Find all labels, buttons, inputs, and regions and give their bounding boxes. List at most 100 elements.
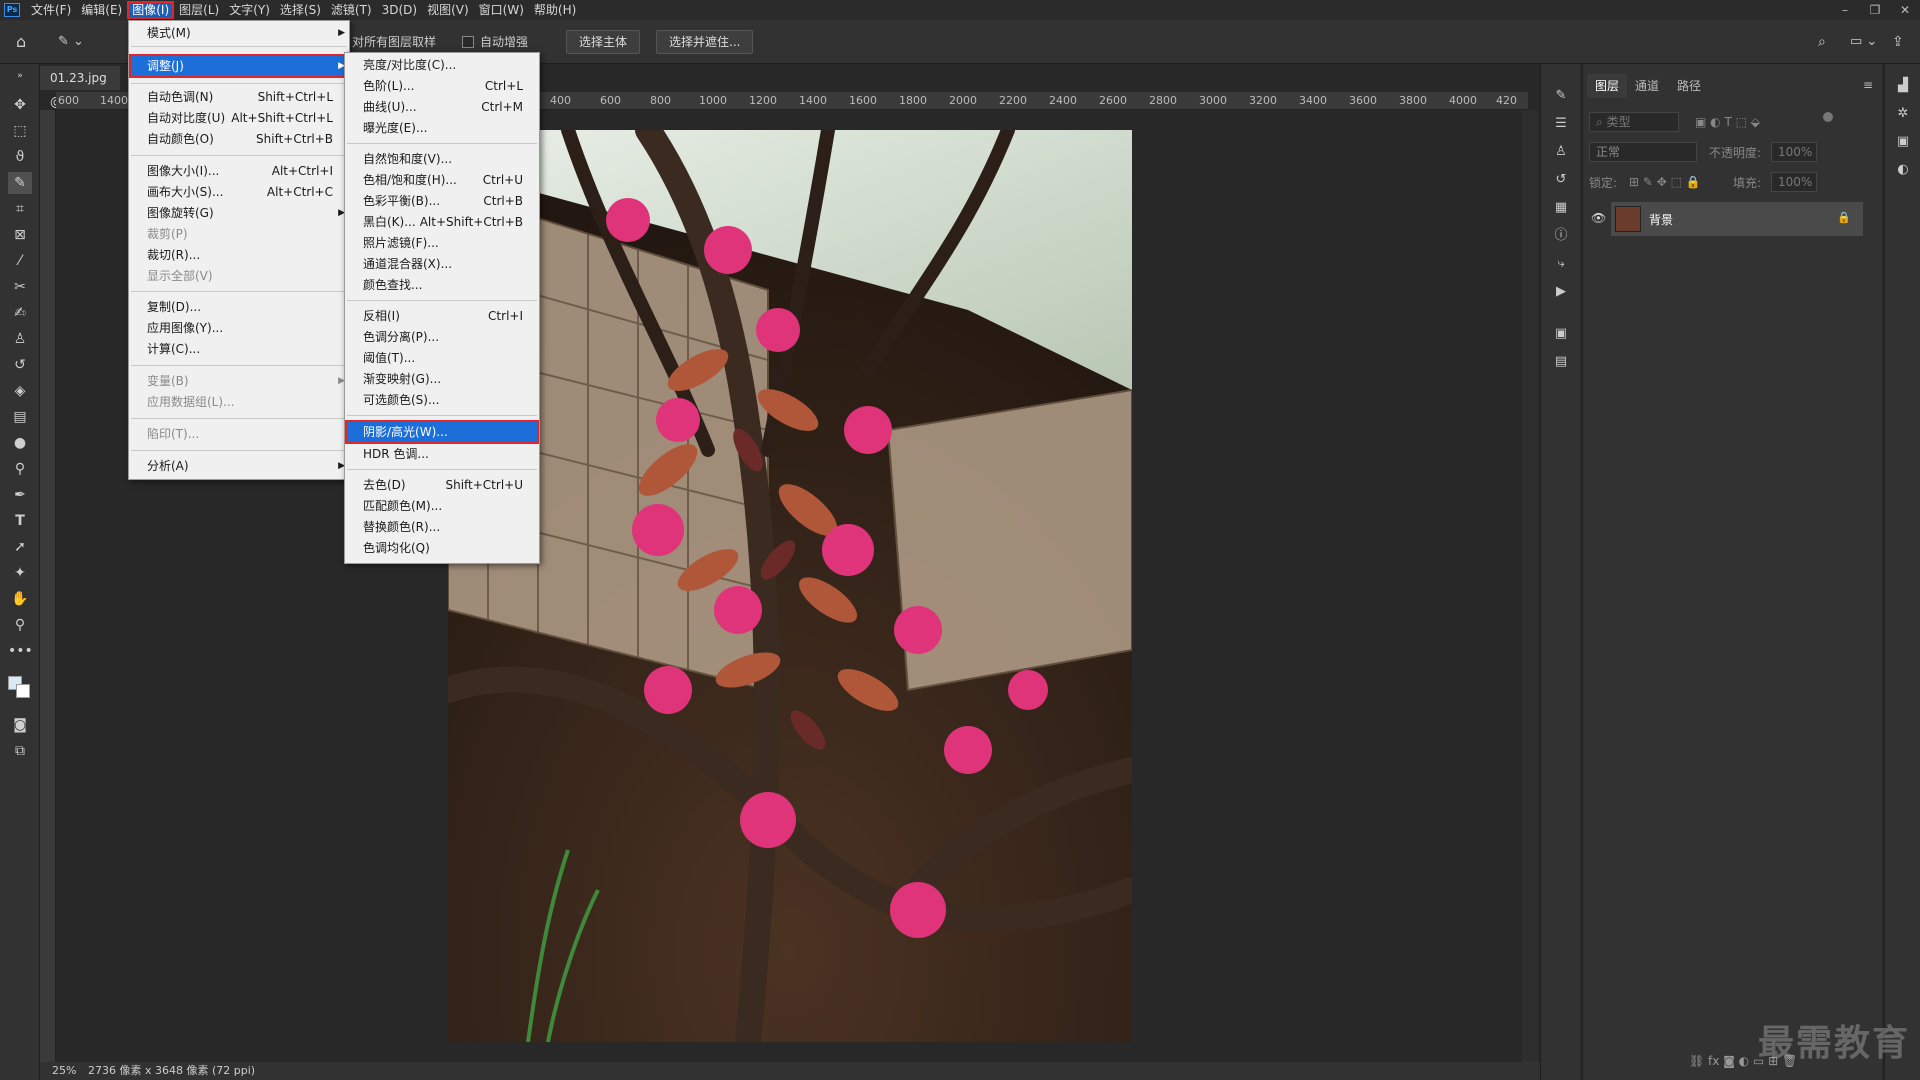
menu-item-auto-tone[interactable]: 自动色调(N) Shift+Ctrl+L [129,87,349,107]
menu-item-selective-color[interactable]: 可选颜色(S)... [345,390,539,410]
marquee-tool-icon[interactable]: ⬚ [8,120,32,142]
eye-icon[interactable]: 👁 [1591,211,1606,225]
menu-item-analysis[interactable]: 分析(A) ▶ [129,456,349,476]
eraser-tool-icon[interactable]: ◈ [8,380,32,402]
menu-select[interactable]: 选择(S) [275,1,326,19]
paths-icon[interactable]: ⤷ [1551,254,1571,274]
history-icon[interactable]: ↺ [1551,170,1571,190]
home-icon[interactable]: ⌂ [16,32,38,52]
select-and-mask-button[interactable]: 选择并遮住... [656,30,754,54]
background-color-swatch[interactable] [16,684,30,698]
clone-source-icon[interactable]: ♙ [1551,142,1571,162]
menu-item-black-white[interactable]: 黑白(K)... Alt+Shift+Ctrl+B [345,212,539,232]
menu-item-brightness-contrast[interactable]: 亮度/对比度(C)... [345,55,539,75]
zoom-level[interactable]: 25% [52,1062,76,1080]
menu-type[interactable]: 文字(Y) [224,1,275,19]
histogram-icon[interactable]: ▟ [1893,76,1913,96]
tab-paths[interactable]: 路径 [1669,74,1709,98]
filter-toggle-icon[interactable] [1823,112,1833,122]
menu-item-duplicate[interactable]: 复制(D)... [129,297,349,317]
document-tab[interactable]: 01.23.jpg @ 2 [40,66,120,109]
menu-item-gradient-map[interactable]: 渐变映射(G)... [345,369,539,389]
move-tool-icon[interactable]: ✥ [8,94,32,116]
menu-item-curves[interactable]: 曲线(U)... Ctrl+M [345,97,539,117]
menu-item-shadows-highlights[interactable]: 阴影/高光(W)... [345,420,539,444]
fill-input[interactable]: 100% [1771,172,1817,192]
menu-item-vibrance[interactable]: 自然饱和度(V)... [345,149,539,169]
hand-tool-icon[interactable]: ✋ [8,588,32,610]
blend-mode-select[interactable]: 正常 [1589,142,1697,162]
menu-item-adjustments[interactable]: 调整(J) ▶ [129,54,349,78]
menu-item-equalize[interactable]: 色调均化(Q) [345,538,539,558]
libraries-icon[interactable]: ▣ [1551,324,1571,344]
vertical-scrollbar[interactable] [1522,110,1538,1062]
dodge-tool-icon[interactable]: ⚲ [8,458,32,480]
menu-item-replace-color[interactable]: 替换颜色(R)... [345,517,539,537]
menu-item-auto-contrast[interactable]: 自动对比度(U) Alt+Shift+Ctrl+L [129,108,349,128]
menu-item-hue-saturation[interactable]: 色相/饱和度(H)... Ctrl+U [345,170,539,190]
notes-icon[interactable]: ▤ [1551,352,1571,372]
menu-item-color-balance[interactable]: 色彩平衡(B)... Ctrl+B [345,191,539,211]
stamp-tool-icon[interactable]: ♙ [8,328,32,350]
screen-mode-icon[interactable]: ⧉ [8,740,32,762]
brush-tool-icon[interactable]: ✍ [8,302,32,324]
document-info[interactable]: 2736 像素 x 3648 像素 (72 ppi) [88,1062,255,1080]
properties-icon[interactable]: ▦ [1551,198,1571,218]
lasso-tool-icon[interactable]: ϑ [8,146,32,168]
actions-play-icon[interactable]: ▶ [1551,282,1571,302]
restore-icon[interactable]: ❐ [1860,0,1890,20]
close-icon[interactable]: ✕ [1890,0,1920,20]
menu-item-calculations[interactable]: 计算(C)... [129,339,349,359]
menu-3d[interactable]: 3D(D) [377,1,422,19]
eyedropper-tool-icon[interactable]: ⁄ [8,250,32,272]
layer-filter-icons[interactable]: ▣ ◐ T ⬚ ⬙ [1695,112,1815,132]
swatches-icon[interactable]: ▣ [1893,132,1913,152]
auto-enhance-checkbox[interactable] [462,36,474,48]
gradient-tool-icon[interactable]: ▤ [8,406,32,428]
menu-item-levels[interactable]: 色阶(L)... Ctrl+L [345,76,539,96]
blur-tool-icon[interactable]: ● [8,432,32,454]
color-icon[interactable]: ◐ [1893,160,1913,180]
menu-image[interactable]: 图像(I) [127,1,175,19]
minimize-icon[interactable]: – [1830,0,1860,20]
healing-tool-icon[interactable]: ✂ [8,276,32,298]
shape-tool-icon[interactable]: ✦ [8,562,32,584]
crop-tool-icon[interactable]: ⌗ [8,198,32,220]
menu-item-canvas-size[interactable]: 画布大小(S)... Alt+Ctrl+C [129,182,349,202]
menu-item-exposure[interactable]: 曝光度(E)... [345,118,539,138]
menu-edit[interactable]: 编辑(E) [76,1,127,19]
opacity-input[interactable]: 100% [1771,142,1817,162]
menu-view[interactable]: 视图(V) [422,1,474,19]
menu-item-image-rotation[interactable]: 图像旋转(G) ▶ [129,203,349,223]
tab-channels[interactable]: 通道 [1627,74,1667,98]
menu-layer[interactable]: 图层(L) [174,1,224,19]
quick-select-brush-icon[interactable]: ✎ ⌄ [58,32,94,52]
history-brush-icon[interactable]: ↺ [8,354,32,376]
workspace-icon[interactable]: ▭ ⌄ [1850,32,1880,52]
menu-item-invert[interactable]: 反相(I) Ctrl+I [345,306,539,326]
menu-item-trim[interactable]: 裁切(R)... [129,245,349,265]
navigator-icon[interactable]: ✲ [1893,104,1913,124]
menu-item-match-color[interactable]: 匹配颜色(M)... [345,496,539,516]
lock-icons[interactable]: ⊞ ✎ ✥ ⬚ 🔒 [1629,172,1739,192]
quick-select-tool-icon[interactable]: ✎ [8,172,32,194]
menu-item-image-size[interactable]: 图像大小(I)... Alt+Ctrl+I [129,161,349,181]
layer-filter-input[interactable]: ⌕ 类型 [1589,112,1679,132]
adjustments-icon[interactable]: ☰ [1551,114,1571,134]
search-icon[interactable]: ⌕ [1818,32,1838,52]
brush-settings-icon[interactable]: ✎ [1551,86,1571,106]
info-icon[interactable]: ⓘ [1551,226,1571,246]
canvas-image[interactable] [448,130,1132,1042]
layer-row-background[interactable]: 👁 背景 🔒 [1591,202,1863,236]
menu-filter[interactable]: 滤镜(T) [326,1,377,19]
more-tools-icon[interactable]: ••• [8,640,33,662]
pen-tool-icon[interactable]: ✒ [8,484,32,506]
menu-item-auto-color[interactable]: 自动颜色(O) Shift+Ctrl+B [129,129,349,149]
panel-menu-icon[interactable]: ≡ [1863,78,1873,92]
menu-item-color-lookup[interactable]: 颜色查找... [345,275,539,295]
path-select-icon[interactable]: ➚ [8,536,32,558]
type-tool-icon[interactable]: T [8,510,32,532]
frame-tool-icon[interactable]: ⊠ [8,224,32,246]
zoom-tool-icon[interactable]: ⚲ [8,614,32,636]
select-subject-button[interactable]: 选择主体 [566,30,641,54]
